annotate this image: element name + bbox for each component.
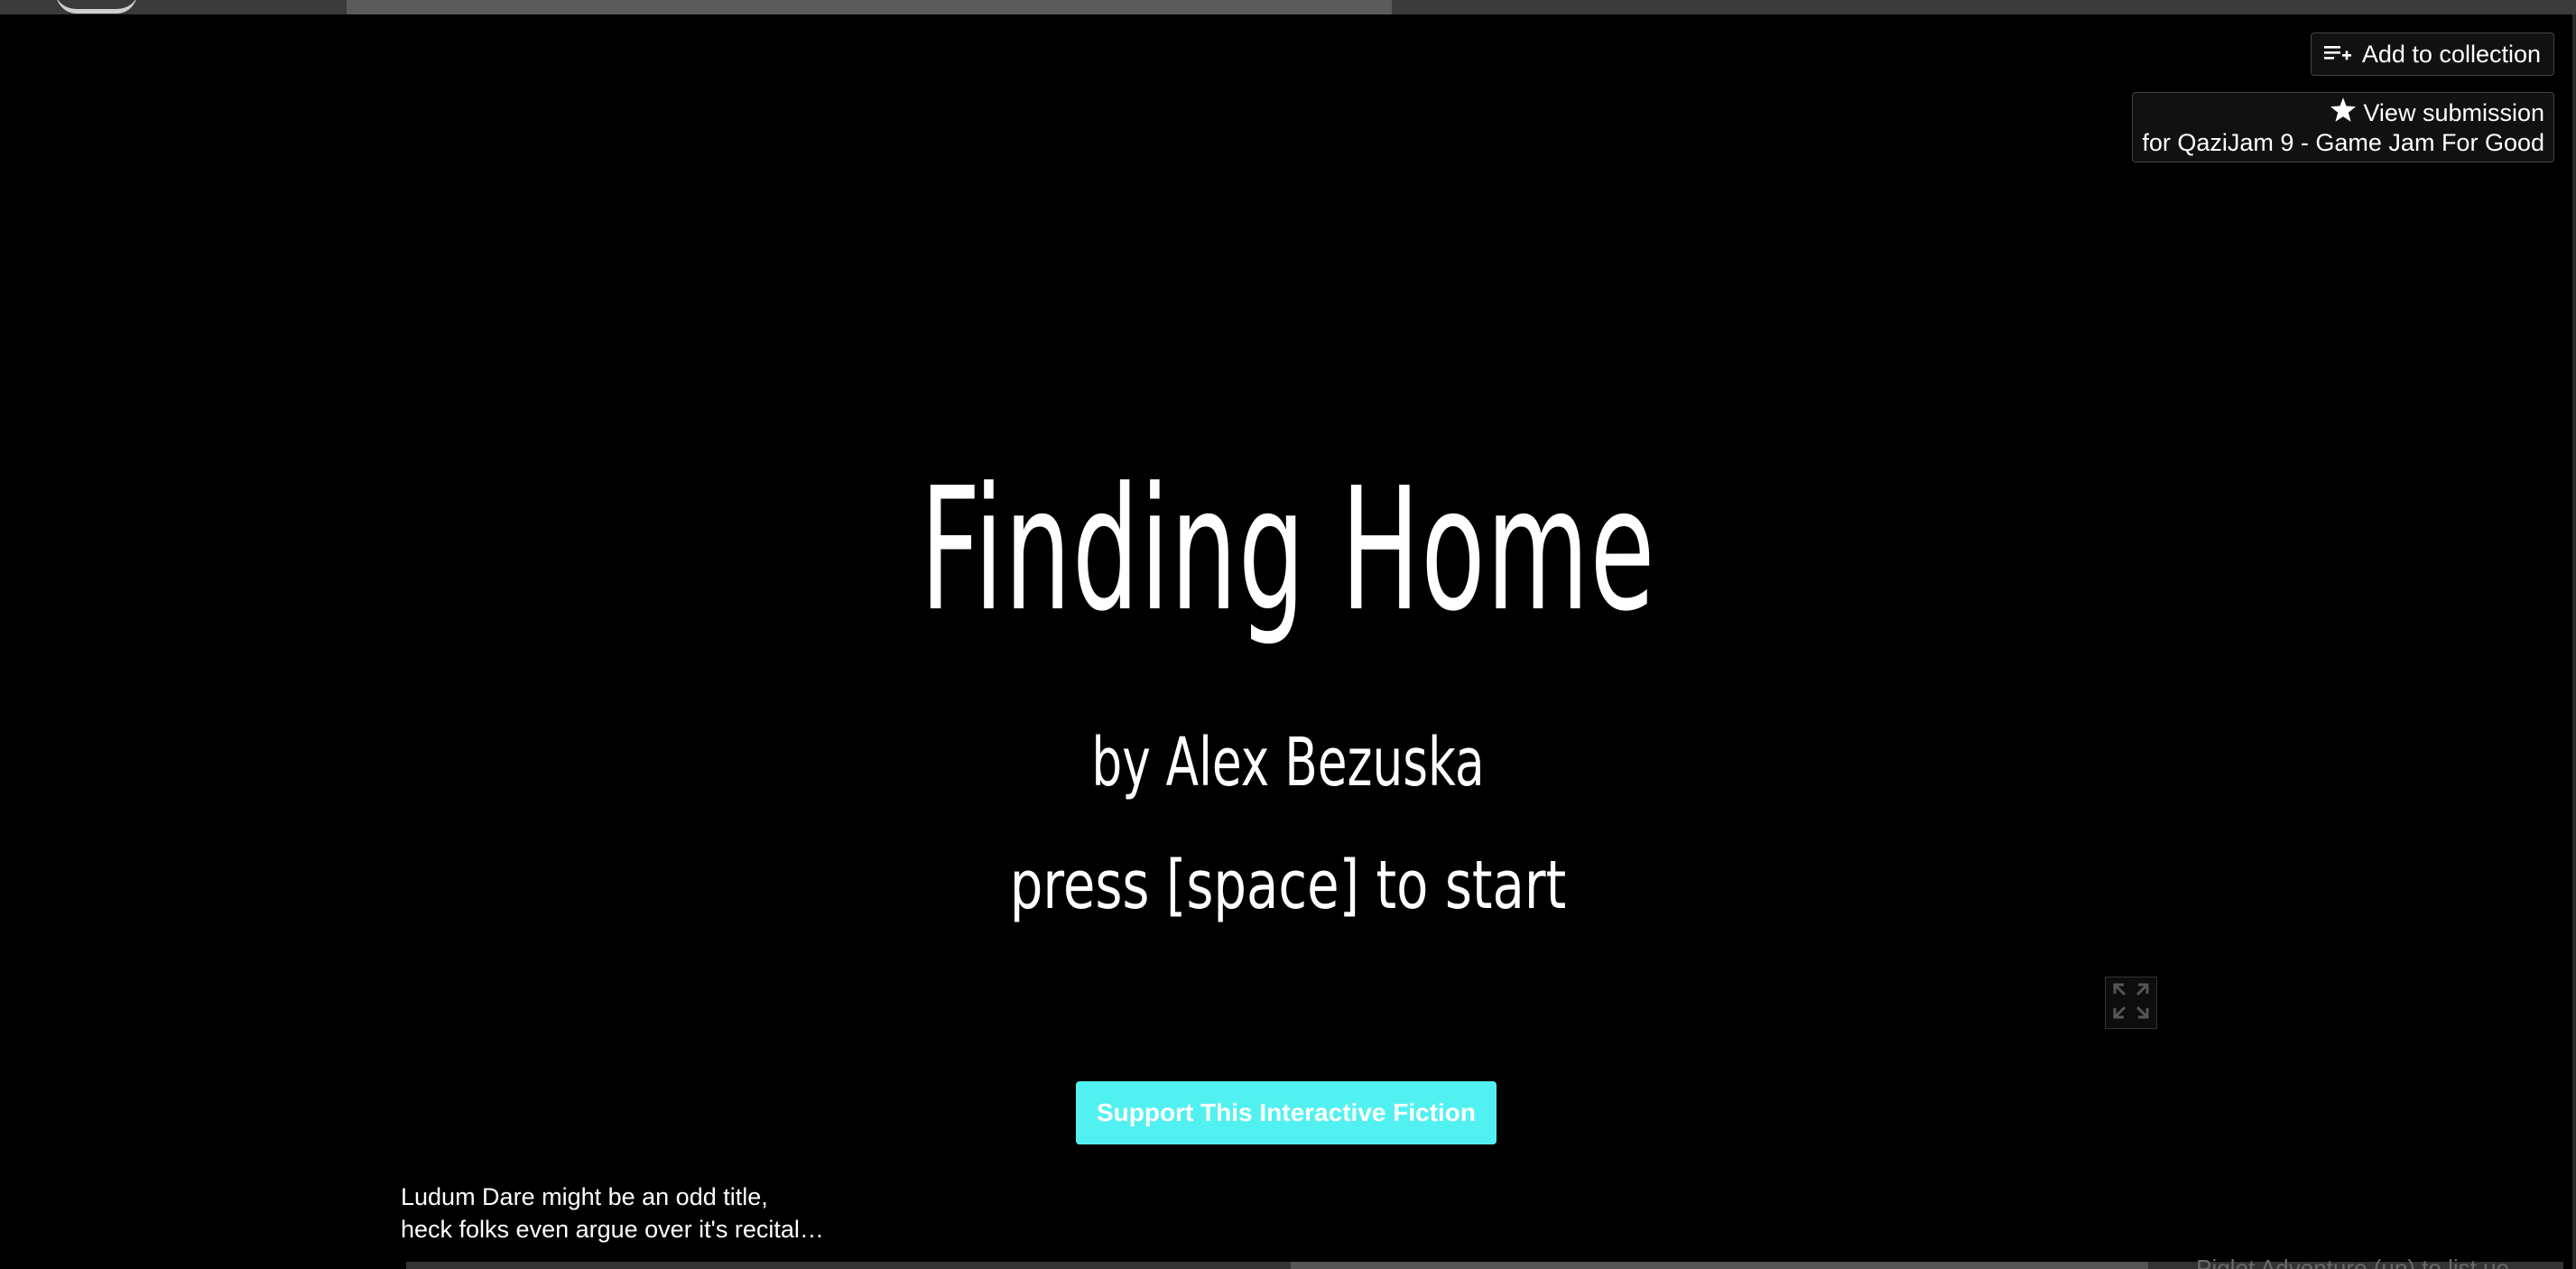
- add-to-collection-label: Add to collection: [2361, 40, 2541, 68]
- game-description: Ludum Dare might be an odd title, heck f…: [401, 1181, 824, 1246]
- view-submission-label: View submission: [2363, 99, 2544, 126]
- game-author: by Alex Bezuska: [1091, 724, 1485, 801]
- game-page: Add to collection View submission for Qa…: [0, 0, 2576, 1269]
- playlist-add-icon: [2323, 43, 2351, 65]
- start-prompt: press [space] to start: [1009, 847, 1567, 924]
- bottom-scrollbar-thumb[interactable]: [1291, 1262, 2148, 1269]
- scrollbar-track[interactable]: [2572, 14, 2576, 1269]
- view-submission-button[interactable]: View submission for QaziJam 9 - Game Jam…: [2132, 92, 2554, 162]
- description-line: heck folks even argue over it's recital…: [401, 1216, 824, 1243]
- submission-jam-label: for QaziJam 9 - Game Jam For Good: [2142, 129, 2544, 156]
- add-to-collection-button[interactable]: Add to collection: [2310, 32, 2554, 76]
- browser-tab-strip: [0, 0, 2576, 14]
- cut-off-link[interactable]: Piglet Adventure (up) to list ue: [2196, 1255, 2509, 1269]
- star-icon: [2330, 97, 2357, 128]
- description-line: Ludum Dare might be an odd title,: [401, 1183, 768, 1210]
- browser-logo-fragment: [56, 0, 137, 14]
- fullscreen-icon: [2111, 981, 2151, 1025]
- fullscreen-button[interactable]: [2105, 977, 2157, 1029]
- support-button[interactable]: Support This Interactive Fiction: [1076, 1081, 1496, 1144]
- browser-active-tab[interactable]: [347, 0, 1392, 14]
- game-title: Finding Home: [920, 451, 1656, 649]
